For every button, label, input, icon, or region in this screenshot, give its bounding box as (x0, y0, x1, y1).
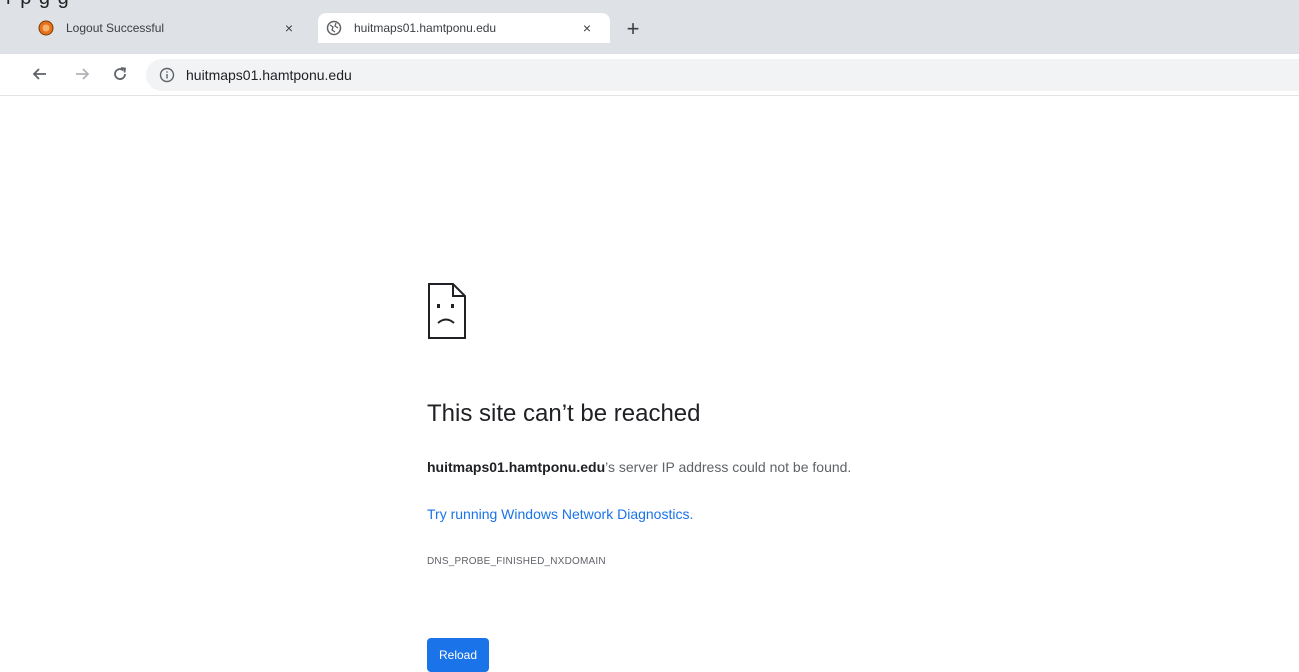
error-title: This site can’t be reached (427, 400, 701, 427)
error-code: DNS_PROBE_FINISHED_NXDOMAIN (427, 556, 606, 567)
tab-huitmaps[interactable]: huitmaps01.hamtponu.edu × (318, 13, 610, 43)
error-page: This site can’t be reached huitmaps01.ha… (427, 282, 1047, 672)
forward-arrow-icon[interactable] (70, 62, 94, 86)
error-description-text: ’s server IP address could not be found. (605, 459, 852, 475)
reload-icon[interactable] (108, 62, 132, 86)
tab-title: Logout Successful (66, 21, 165, 35)
reload-button[interactable]: Reload (427, 638, 489, 672)
tab-strip: r p g g Logout Successful × huitmaps01.h… (0, 0, 1299, 54)
error-host: huitmaps01.hamtponu.edu (427, 459, 606, 475)
browser-toolbar: huitmaps01.hamtponu.edu (0, 54, 1299, 96)
error-description: huitmaps01.hamtponu.edu’s server IP addr… (427, 459, 851, 475)
network-diagnostics-link[interactable]: Try running Windows Network Diagnostics. (427, 506, 693, 522)
orange-circle-favicon-icon (38, 20, 54, 36)
close-tab-icon[interactable]: × (280, 19, 298, 37)
url-text: huitmaps01.hamtponu.edu (186, 67, 352, 83)
info-icon[interactable] (158, 66, 176, 84)
sad-page-icon (427, 282, 471, 342)
tab-title: huitmaps01.hamtponu.edu (354, 21, 497, 35)
back-arrow-icon[interactable] (28, 62, 52, 86)
close-tab-icon[interactable]: × (578, 19, 596, 37)
cropped-text-fragment: r p g g (0, 0, 220, 9)
address-bar[interactable]: huitmaps01.hamtponu.edu (146, 59, 1299, 91)
globe-icon (326, 20, 342, 36)
new-tab-button[interactable]: + (620, 16, 646, 42)
tab-logout-successful[interactable]: Logout Successful × (30, 13, 312, 43)
